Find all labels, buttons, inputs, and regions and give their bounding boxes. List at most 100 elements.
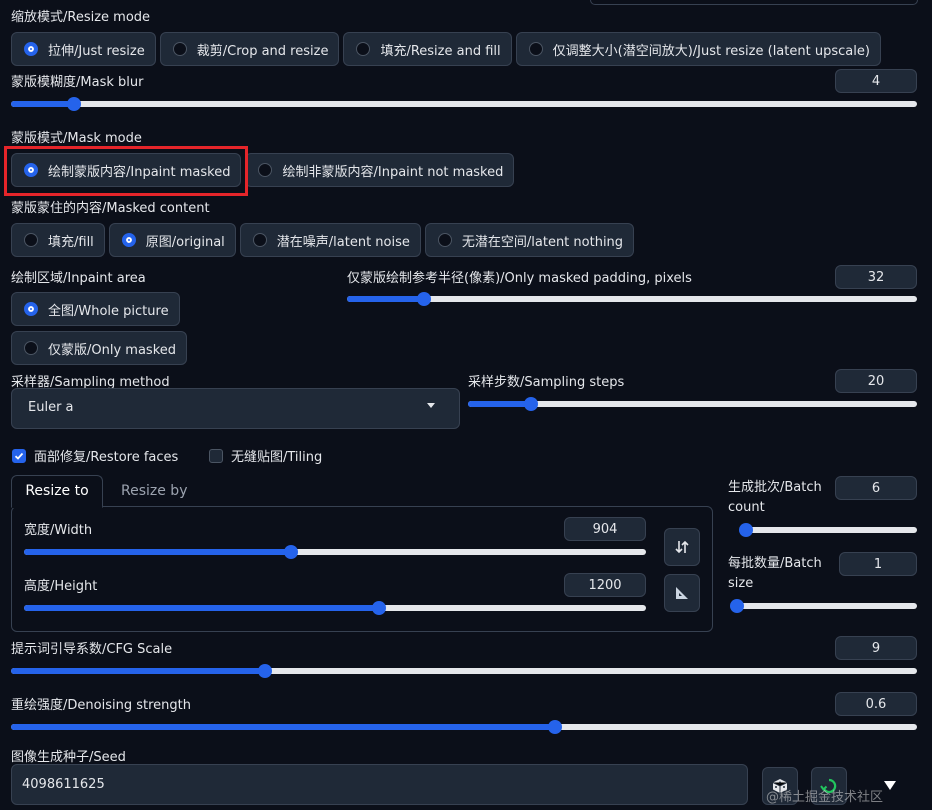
cfg-input[interactable]: 9	[835, 636, 917, 660]
height-slider[interactable]	[24, 601, 646, 615]
radio-dot	[437, 233, 452, 247]
checkbox-box	[209, 448, 223, 463]
masked-content-latent-nothing[interactable]: 无潜在空间/latent nothing	[424, 223, 635, 257]
radio-dot	[258, 163, 273, 177]
option-label: 原图/original	[145, 234, 225, 250]
radio-dot	[24, 233, 38, 247]
checkbox-label: 面部修复/Restore faces	[34, 450, 179, 465]
batch-count-label-line2: count	[728, 500, 765, 515]
radio-dot	[24, 302, 38, 316]
inpaint-area-whole-picture[interactable]: 全图/Whole picture	[11, 292, 180, 326]
batch-count-label: 生成批次/Batch count	[728, 478, 822, 518]
option-label: 潜在噪声/latent noise	[276, 234, 410, 250]
option-label: 绘制非蒙版内容/Inpaint not masked	[282, 164, 504, 180]
batch-count-input[interactable]: 6	[835, 476, 917, 500]
width-slider[interactable]	[24, 545, 646, 559]
cfg-label: 提示词引导系数/CFG Scale	[11, 642, 173, 657]
resize-mode-just-resize[interactable]: 拉伸/Just resize	[11, 32, 156, 66]
mask-blur-input[interactable]: 4	[835, 69, 917, 93]
masked-content-fill[interactable]: 填充/fill	[11, 223, 105, 257]
tab-label: Resize by	[121, 483, 188, 499]
masked-content-latent-noise[interactable]: 潜在噪声/latent noise	[239, 223, 421, 257]
radio-dot	[172, 42, 187, 56]
seed-input[interactable]: 4098611625	[11, 764, 748, 805]
masked-padding-slider[interactable]	[347, 292, 917, 306]
mask-mode-label: 蒙版模式/Mask mode	[11, 131, 142, 146]
slider-thumb[interactable]	[371, 601, 386, 615]
batch-size-slider[interactable]	[730, 599, 917, 613]
denoise-slider[interactable]	[11, 720, 917, 734]
resize-mode-group: 拉伸/Just resize 裁剪/Crop and resize 填充/Res…	[11, 32, 881, 66]
restore-faces-checkbox[interactable]: 面部修复/Restore faces	[12, 446, 178, 465]
width-label: 宽度/Width	[24, 523, 93, 538]
mask-mode-inpaint-not-masked[interactable]: 绘制非蒙版内容/Inpaint not masked	[245, 153, 515, 187]
batch-size-label-line2: size	[728, 576, 754, 591]
option-label: 裁剪/Crop and resize	[196, 43, 329, 59]
resize-mode-label: 缩放模式/Resize mode	[11, 10, 151, 25]
annotation-highlight-box	[4, 146, 248, 196]
tab-label: Resize to	[25, 483, 89, 499]
mask-blur-slider[interactable]	[11, 97, 917, 111]
tab-resize-to[interactable]: Resize to	[11, 475, 103, 508]
height-label: 高度/Height	[24, 579, 98, 594]
steps-input[interactable]: 20	[835, 369, 917, 393]
swap-dimensions-button[interactable]	[664, 528, 700, 566]
batch-count-label-line1: 生成批次/Batch	[728, 480, 822, 495]
cropped-top-field	[590, 0, 918, 5]
option-label: 填充/fill	[48, 234, 94, 250]
watermark-text: @稀土掘金技术社区	[766, 790, 884, 805]
radio-dot	[528, 42, 543, 56]
inpaint-area-label: 绘制区域/Inpaint area	[11, 271, 146, 286]
swap-vertical-icon	[675, 540, 689, 554]
slider-thumb[interactable]	[739, 523, 754, 537]
slider-thumb[interactable]	[523, 397, 538, 411]
checkbox-box	[12, 448, 26, 463]
masked-content-group: 填充/fill 原图/original 潜在噪声/latent noise 无潜…	[11, 223, 635, 257]
masked-content-original[interactable]: 原图/original	[108, 223, 236, 257]
tiling-checkbox[interactable]: 无缝贴图/Tiling	[209, 446, 322, 465]
slider-thumb[interactable]	[547, 720, 562, 734]
option-label: 仅蒙版/Only masked	[48, 342, 177, 358]
batch-count-slider[interactable]	[739, 523, 917, 537]
radio-dot	[24, 42, 38, 56]
mask-blur-label: 蒙版模糊度/Mask blur	[11, 75, 144, 90]
option-label: 仅调整大小(潜空间放大)/Just resize (latent upscale…	[552, 43, 870, 59]
slider-thumb[interactable]	[67, 97, 82, 111]
radio-dot	[356, 42, 371, 56]
steps-slider[interactable]	[468, 397, 917, 411]
radio-dot	[24, 341, 38, 355]
resize-mode-latent[interactable]: 仅调整大小(潜空间放大)/Just resize (latent upscale…	[515, 32, 881, 66]
width-input[interactable]: 904	[564, 517, 646, 541]
caret-down-icon	[427, 403, 435, 408]
option-label: 全图/Whole picture	[48, 303, 169, 319]
height-input[interactable]: 1200	[564, 573, 646, 597]
option-label: 填充/Resize and fill	[380, 43, 501, 59]
batch-size-input[interactable]: 1	[839, 552, 917, 576]
slider-thumb[interactable]	[730, 599, 744, 613]
check-icon	[14, 452, 24, 460]
aspect-ratio-button[interactable]	[664, 574, 700, 612]
slider-thumb[interactable]	[257, 664, 272, 678]
resize-mode-crop[interactable]: 裁剪/Crop and resize	[159, 32, 340, 66]
masked-padding-input[interactable]: 32	[835, 265, 917, 289]
ruler-triangle-icon	[676, 587, 688, 599]
slider-thumb[interactable]	[416, 292, 431, 306]
option-label: 无潜在空间/latent nothing	[461, 234, 624, 250]
checkbox-label: 无缝贴图/Tiling	[231, 450, 323, 465]
option-label: 拉伸/Just resize	[48, 43, 145, 59]
inpaint-area-only-masked[interactable]: 仅蒙版/Only masked	[11, 331, 188, 365]
sampler-value: Euler a	[28, 400, 74, 415]
seed-label: 图像生成种子/Seed	[11, 750, 126, 765]
radio-dot	[252, 233, 267, 247]
tab-resize-by[interactable]: Resize by	[121, 475, 187, 508]
masked-content-label: 蒙版蒙住的内容/Masked content	[11, 201, 210, 216]
steps-label: 采样步数/Sampling steps	[468, 375, 625, 390]
batch-size-label-line1: 每批数量/Batch	[728, 556, 822, 571]
resize-mode-fill[interactable]: 填充/Resize and fill	[343, 32, 512, 66]
sampler-dropdown[interactable]: Euler a	[11, 388, 460, 429]
radio-dot	[121, 233, 136, 247]
denoise-label: 重绘强度/Denoising strength	[11, 698, 191, 713]
cfg-slider[interactable]	[11, 664, 917, 678]
denoise-input[interactable]: 0.6	[835, 692, 917, 716]
seed-value: 4098611625	[22, 777, 105, 792]
